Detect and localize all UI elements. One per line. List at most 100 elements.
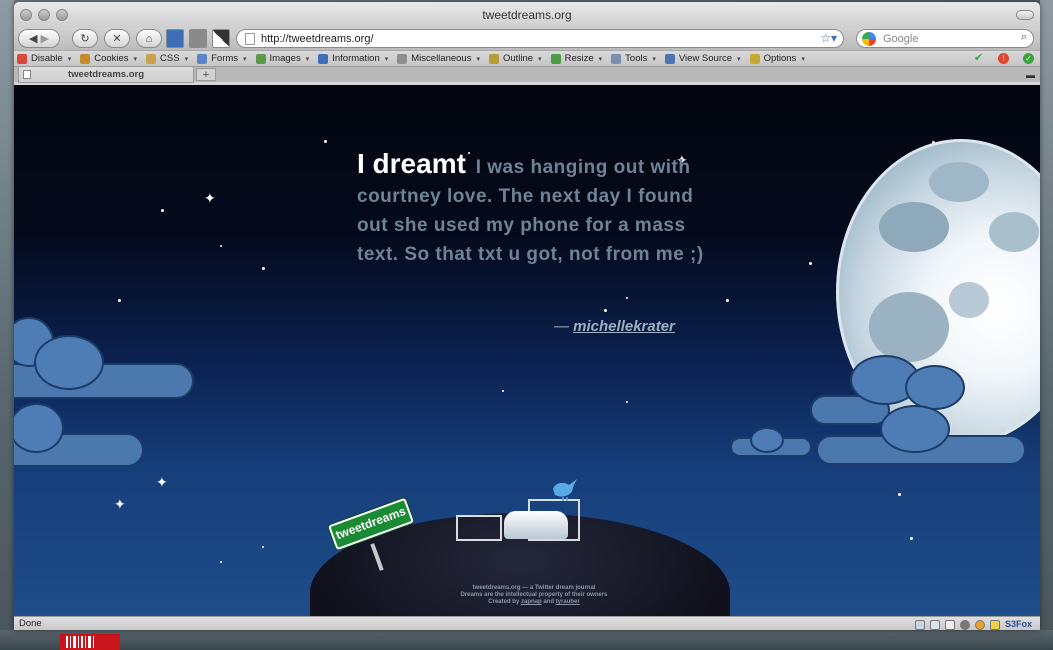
page-icon: [245, 32, 255, 45]
reload-button[interactable]: ↻: [72, 29, 98, 48]
star: [262, 267, 265, 270]
footer-author-link-2[interactable]: tyrauber: [556, 599, 580, 605]
tab-list-menu-icon[interactable]: ▬: [1026, 70, 1035, 80]
options-icon: [749, 53, 760, 64]
js-valid-icon[interactable]: ✓: [1023, 53, 1034, 64]
devtools-menu-label: Options: [763, 53, 797, 64]
star: [898, 493, 901, 496]
chevron-down-icon: ▾: [801, 55, 805, 63]
home-button[interactable]: ⌂: [136, 29, 162, 48]
search-input[interactable]: Google ⌕: [856, 29, 1034, 48]
devtools-menu-forms[interactable]: Forms ▾: [197, 53, 247, 64]
bed-illustration: [456, 499, 580, 551]
sparkle-star: ✦: [156, 474, 168, 490]
layout-addon-icon[interactable]: [929, 619, 940, 630]
html-error-icon[interactable]: !: [998, 53, 1009, 64]
tools-icon: [611, 53, 622, 64]
search-placeholder: Google: [883, 32, 919, 45]
devtools-menu-options[interactable]: Options ▾: [749, 53, 805, 64]
forms-icon: [197, 53, 208, 64]
cloud-left-large: [14, 307, 204, 407]
url-text: http://tweetdreams.org/: [261, 32, 374, 45]
tab-tweetdreams[interactable]: tweetdreams.org: [18, 67, 194, 83]
devtools-menu-miscellaneous[interactable]: Miscellaneous ▾: [397, 53, 480, 64]
tab-title: tweetdreams.org: [67, 69, 145, 80]
devtools-menu-view-source[interactable]: View Source ▾: [664, 53, 741, 64]
tab-bar: tweetdreams.org + ▬: [14, 66, 1040, 83]
footer-and: and: [543, 599, 554, 605]
star: [161, 209, 164, 212]
back-forward-buttons[interactable]: ◀ ▶: [18, 29, 60, 48]
star: [502, 390, 504, 392]
yslow-icon[interactable]: [989, 619, 1000, 630]
devtools-menu-label: Images: [269, 53, 301, 64]
stop-icon: ✕: [112, 33, 122, 45]
devtools-menu-css[interactable]: CSS ▾: [146, 53, 188, 64]
star: [626, 401, 628, 403]
view-source-icon: [664, 53, 675, 64]
devtools-menu-label: Outline: [502, 53, 534, 64]
chevron-down-icon: ▾: [243, 55, 247, 63]
search-icon[interactable]: ⌕: [1021, 31, 1027, 44]
window-title: tweetdreams.org: [482, 8, 572, 22]
zoom-window-button[interactable]: [56, 9, 68, 21]
footer-line-3: Created by zapnap and tyrauber: [434, 599, 634, 606]
fullscreen-button[interactable]: [212, 29, 230, 48]
addon-button[interactable]: [189, 29, 207, 48]
firebug-icon[interactable]: [974, 619, 985, 630]
cookie-icon: [80, 53, 91, 64]
home-icon: ⌂: [145, 32, 153, 45]
grid-addon-icon[interactable]: [914, 619, 925, 630]
sidebar-button[interactable]: [166, 29, 184, 48]
devtools-menu-label: Resize: [564, 53, 594, 64]
chevron-down-icon: ▾: [184, 55, 189, 63]
address-bar[interactable]: http://tweetdreams.org/ ☆▾: [236, 29, 844, 48]
footer-line-2: Dreams are the intellectual property of …: [460, 592, 608, 598]
devtools-menu-outline[interactable]: Outline ▾: [488, 53, 542, 64]
status-bar: Done S3Fox: [14, 616, 1040, 630]
author-link[interactable]: michellekrater: [573, 318, 675, 335]
star: [604, 309, 607, 312]
devtools-menu-label: CSS: [160, 53, 180, 64]
devtools-menu-information[interactable]: Information ▾: [318, 53, 388, 64]
devtools-menu-label: Tools: [625, 53, 648, 64]
devtools-menu-label: Forms: [211, 53, 239, 64]
bug-addon-icon[interactable]: [959, 619, 970, 630]
star: [626, 297, 628, 299]
google-search-engine-icon[interactable]: [862, 32, 876, 46]
css-icon: [146, 53, 157, 64]
stop-button[interactable]: ✕: [104, 29, 130, 48]
minimize-window-button[interactable]: [38, 9, 50, 21]
bookmark-star-icon[interactable]: ☆▾: [820, 31, 837, 45]
back-arrow-icon[interactable]: ◀: [29, 32, 37, 45]
forward-arrow-icon[interactable]: ▶: [41, 32, 49, 45]
desktop-left-edge: [0, 0, 14, 650]
title-bar: tweetdreams.org: [14, 2, 1040, 28]
cloud-right-small: [730, 427, 814, 457]
dock-barcode-icon[interactable]: [60, 634, 120, 650]
devtools-menu-label: Miscellaneous: [411, 53, 472, 64]
mail-addon-icon[interactable]: [944, 619, 955, 630]
desktop-right-edge: [1040, 0, 1053, 650]
desktop-bottom: [0, 630, 1053, 650]
close-window-button[interactable]: [20, 9, 32, 21]
css-valid-check-icon[interactable]: ✔: [973, 53, 984, 64]
reload-icon: ↻: [80, 33, 90, 45]
chevron-down-icon: ▾: [538, 55, 542, 63]
chevron-down-icon: ▾: [652, 55, 656, 63]
s3fox-label[interactable]: S3Fox: [1005, 618, 1032, 630]
devtools-menu-disable[interactable]: Disable ▾: [17, 53, 71, 64]
devtools-menu-resize[interactable]: Resize ▾: [550, 53, 602, 64]
info-icon: [318, 53, 329, 64]
page-footer: tweetdreams.org — a Twitter dream journa…: [434, 585, 634, 606]
status-text: Done: [19, 618, 42, 629]
devtools-menu-cookies[interactable]: Cookies ▾: [80, 53, 137, 64]
new-tab-button[interactable]: +: [196, 68, 216, 81]
toolbar-toggle-button[interactable]: [1016, 10, 1034, 20]
star: [118, 299, 121, 302]
devtools-menu-images[interactable]: Images ▾: [255, 53, 309, 64]
devtools-menu-tools[interactable]: Tools ▾: [611, 53, 656, 64]
footer-author-link-1[interactable]: zapnap: [521, 599, 542, 605]
tab-page-icon: [23, 70, 31, 79]
chevron-down-icon: ▾: [384, 55, 389, 63]
